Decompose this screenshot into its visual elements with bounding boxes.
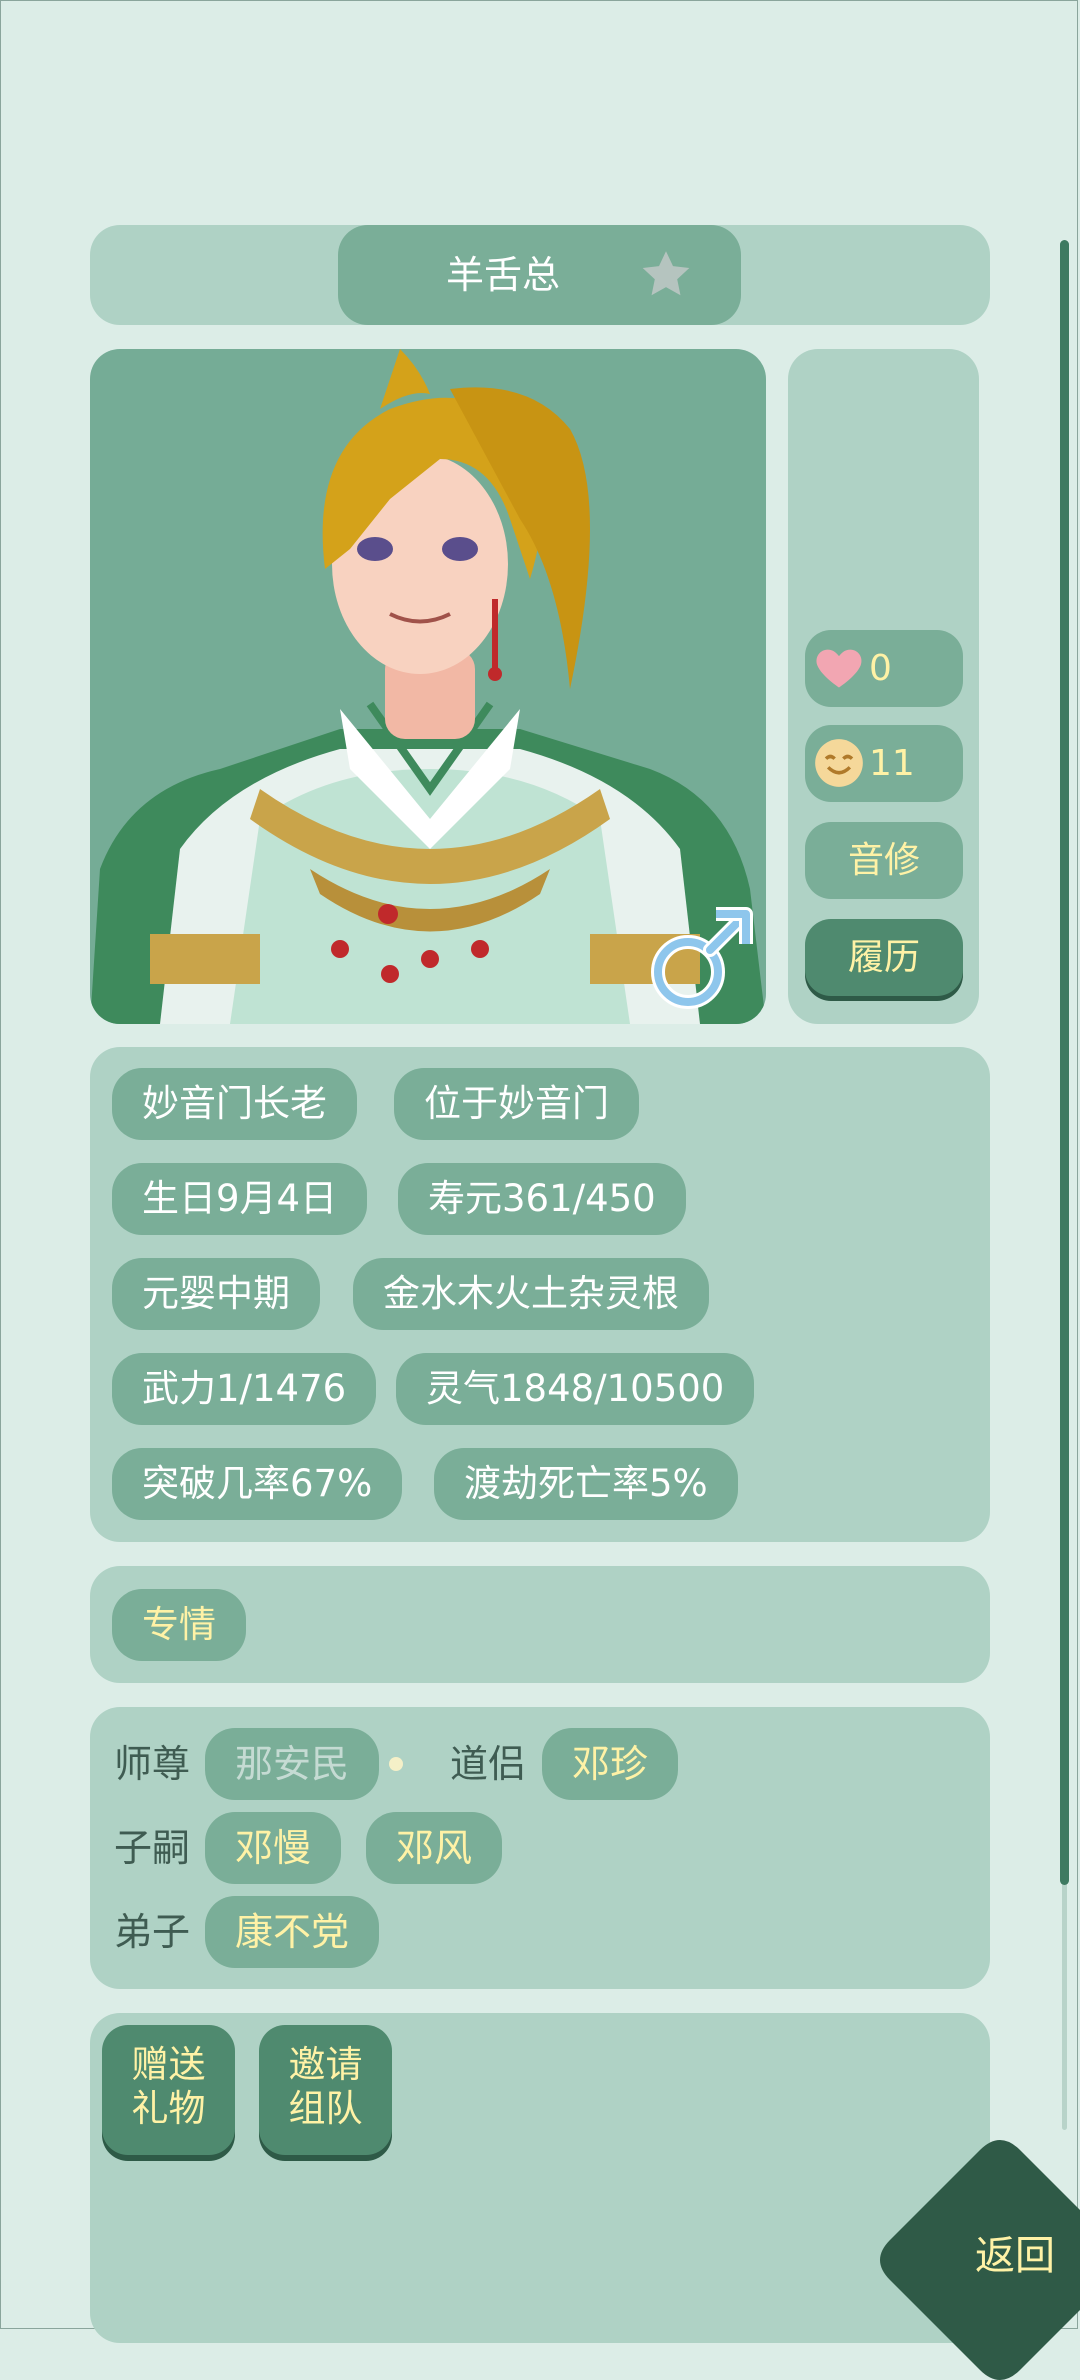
actions-panel: 赠送 礼物 邀请 组队	[90, 2013, 990, 2343]
trait-panel: 专情	[90, 1566, 990, 1683]
children-label: 子嗣	[114, 1826, 191, 1870]
master-label: 师尊	[114, 1742, 191, 1786]
disciples-label: 弟子	[114, 1910, 191, 1954]
status-dot	[389, 1757, 403, 1771]
info-tag-lifespan: 寿元361/450	[398, 1163, 686, 1235]
trait-tag[interactable]: 专情	[112, 1589, 246, 1661]
gift-button[interactable]: 赠送 礼物	[102, 2025, 235, 2155]
info-tag-realm: 元婴中期	[112, 1258, 320, 1330]
history-button[interactable]: 履历	[805, 919, 963, 996]
mood-value: 11	[869, 743, 915, 784]
scrollbar-thumb[interactable]	[1060, 240, 1069, 1885]
info-tag-location: 位于妙音门	[394, 1068, 639, 1140]
mood-counter[interactable]: 11	[805, 725, 963, 802]
name-bar: 羊舌总	[90, 225, 990, 325]
child-tag-1[interactable]: 邓慢	[205, 1812, 342, 1884]
info-panel: 妙音门长老 位于妙音门 生日9月4日 寿元361/450 元婴中期 金水木火土杂…	[90, 1047, 990, 1542]
smile-face-icon	[815, 739, 863, 787]
invite-team-button[interactable]: 邀请 组队	[259, 2025, 392, 2155]
favorite-star-icon[interactable]	[638, 247, 694, 303]
heart-icon	[816, 649, 862, 688]
hearts-value: 0	[869, 648, 892, 689]
info-tag-spirit-root: 金水木火土杂灵根	[353, 1258, 709, 1330]
info-tag-title: 妙音门长老	[112, 1068, 357, 1140]
character-portrait	[90, 349, 766, 1024]
invite-label-line1: 邀请	[288, 2043, 363, 2086]
info-tag-tribulation: 渡劫死亡率5%	[434, 1448, 738, 1520]
partner-label: 道侣	[450, 1742, 527, 1786]
info-tag-breakthrough: 突破几率67%	[112, 1448, 403, 1520]
partner-tag[interactable]: 邓珍	[542, 1728, 679, 1800]
gift-label-line1: 赠送	[131, 2043, 206, 2086]
male-icon	[651, 907, 753, 1009]
child-tag-2[interactable]: 邓风	[366, 1812, 503, 1884]
info-tag-qi: 灵气1848/10500	[396, 1353, 755, 1425]
disciple-tag-1[interactable]: 康不党	[205, 1896, 380, 1968]
path-badge[interactable]: 音修	[805, 822, 963, 899]
info-tag-birthday: 生日9月4日	[112, 1163, 368, 1235]
back-button[interactable]: 返回	[950, 2220, 1080, 2292]
info-tag-power: 武力1/1476	[112, 1353, 377, 1425]
relations-panel: 师尊 那安民 道侣 邓珍 子嗣 邓慢 邓风 弟子 康不党	[90, 1707, 990, 1989]
master-tag[interactable]: 那安民	[205, 1728, 380, 1800]
affection-counter[interactable]: 0	[805, 630, 963, 707]
gift-label-line2: 礼物	[131, 2087, 206, 2130]
character-name: 羊舌总	[445, 253, 560, 297]
name-pill[interactable]: 羊舌总	[338, 225, 741, 325]
side-panel: 0 11 音修 履历	[788, 349, 979, 1024]
invite-label-line2: 组队	[288, 2087, 363, 2130]
